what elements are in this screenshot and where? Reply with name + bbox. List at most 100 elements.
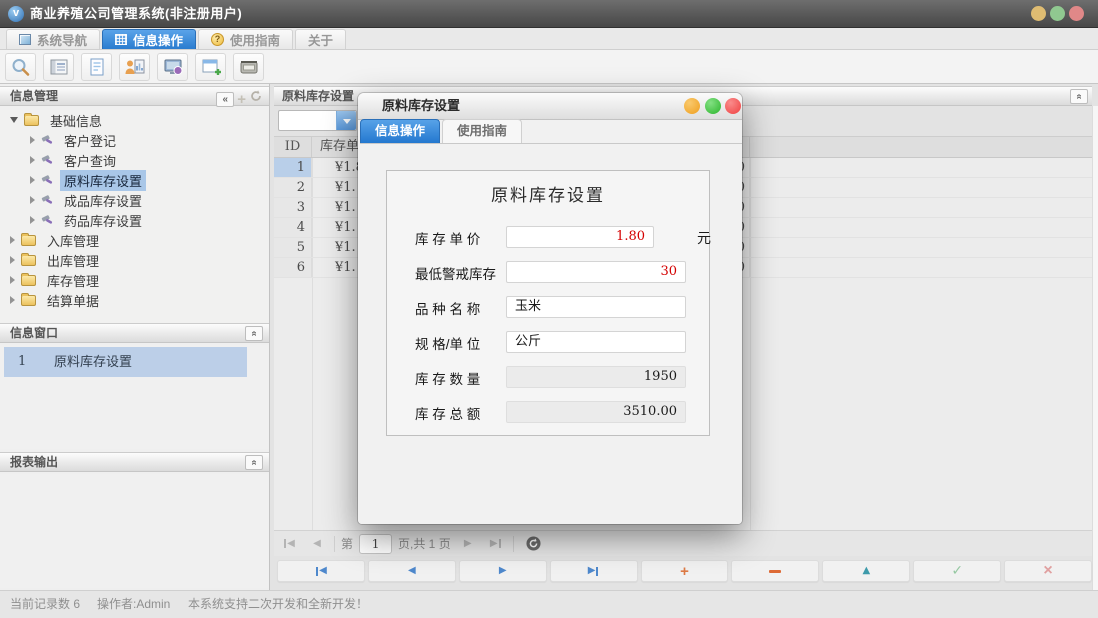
tree-item-label[interactable]: 基础信息: [46, 110, 106, 131]
tree-item-10[interactable]: 结算单据: [0, 290, 269, 310]
cell-id[interactable]: 1: [274, 158, 312, 177]
collapse-up-button[interactable]: «: [245, 326, 263, 341]
new-window-button[interactable]: [195, 53, 226, 81]
dialog-minimize-button[interactable]: [684, 98, 700, 114]
next-record-button[interactable]: ▶: [459, 560, 547, 582]
collapse-up-button[interactable]: «: [245, 455, 263, 470]
delete-record-button[interactable]: [731, 560, 819, 582]
application-window: 商业养殖公司管理系统(非注册用户) 系统导航信息操作使用指南关于 信息管理 « …: [0, 0, 1098, 618]
tree-item-8[interactable]: 出库管理: [0, 250, 269, 270]
cell-rest: [750, 238, 1092, 257]
expand-arrow-icon[interactable]: [10, 236, 15, 244]
form-row: 品 种 名 称 玉米: [387, 296, 709, 318]
cell-id[interactable]: 2: [274, 178, 312, 197]
cancel-record-button[interactable]: ×: [1004, 560, 1092, 582]
first-record-button[interactable]: ◀: [277, 560, 365, 582]
tab-system-nav[interactable]: 系统导航: [6, 29, 100, 49]
prev-page-button[interactable]: ◀: [306, 534, 328, 554]
add-node-icon[interactable]: +: [237, 92, 246, 107]
search-button[interactable]: [5, 53, 36, 81]
minimize-button[interactable]: [1031, 6, 1046, 21]
expand-arrow-icon[interactable]: [10, 256, 15, 264]
field-value: 1950: [644, 369, 677, 384]
next-page-button[interactable]: ▶: [457, 534, 479, 554]
tree-item-label[interactable]: 原料库存设置: [60, 170, 146, 191]
close-button[interactable]: [1069, 6, 1084, 21]
document-button[interactable]: [81, 53, 112, 81]
price-text: ¥1.: [335, 258, 356, 277]
refresh-tree-icon[interactable]: [249, 89, 263, 109]
post-record-button[interactable]: ✓: [913, 560, 1001, 582]
tree-item-4[interactable]: 原料库存设置: [0, 170, 269, 190]
form-title: 原料库存设置: [387, 181, 709, 206]
collapse-left-button[interactable]: «: [216, 92, 234, 107]
tree-item-1[interactable]: 基础信息: [0, 110, 269, 130]
add-record-button[interactable]: +: [641, 560, 729, 582]
tree-item-3[interactable]: 客户查询: [0, 150, 269, 170]
last-page-button[interactable]: ▶: [485, 534, 507, 554]
cell-id[interactable]: 6: [274, 258, 312, 277]
field-label: 品 种 名 称: [415, 298, 480, 318]
filter-combobox[interactable]: [278, 110, 357, 131]
collapse-up-button[interactable]: «: [1070, 89, 1088, 104]
first-page-button[interactable]: ◀: [278, 534, 300, 554]
dialog-close-button[interactable]: [725, 98, 741, 114]
dialog-maximize-button[interactable]: [705, 98, 721, 114]
expand-arrow-icon[interactable]: [30, 216, 35, 224]
tab-about[interactable]: 关于: [295, 29, 346, 49]
expand-arrow-icon[interactable]: [30, 176, 35, 184]
combobox-dropdown-icon[interactable]: [336, 111, 356, 130]
field-input[interactable]: 玉米: [506, 296, 686, 318]
collapse-arrow-icon[interactable]: [10, 117, 18, 123]
field-input[interactable]: 公斤: [506, 331, 686, 353]
dialog-tab-user-guide[interactable]: 使用指南: [442, 119, 522, 143]
tree-item-9[interactable]: 库存管理: [0, 270, 269, 290]
tree-item-5[interactable]: 成品库存设置: [0, 190, 269, 210]
field-input[interactable]: 30: [506, 261, 686, 283]
tree-item-6[interactable]: 药品库存设置: [0, 210, 269, 230]
edit-record-button[interactable]: ▲: [822, 560, 910, 582]
tree-item-label[interactable]: 客户查询: [60, 150, 120, 171]
tree-item-label[interactable]: 入库管理: [43, 230, 103, 251]
field-label: 规 格/单 位: [415, 333, 480, 353]
expand-arrow-icon[interactable]: [30, 156, 35, 164]
card-index-button[interactable]: [233, 53, 264, 81]
last-record-button[interactable]: ▶: [550, 560, 638, 582]
scrollbar[interactable]: [1092, 106, 1098, 590]
document-icon: [85, 57, 109, 77]
page-input[interactable]: [359, 534, 392, 554]
field-input[interactable]: 1.80: [506, 226, 654, 248]
tab-info-ops[interactable]: 信息操作: [102, 29, 196, 49]
dialog-tab-info-ops[interactable]: 信息操作: [360, 119, 440, 143]
prev-record-button[interactable]: ◀: [368, 560, 456, 582]
tree-item-7[interactable]: 入库管理: [0, 230, 269, 250]
operator-report-button[interactable]: [119, 53, 150, 81]
column-header-id[interactable]: ID: [274, 137, 312, 157]
expand-arrow-icon[interactable]: [10, 296, 15, 304]
maximize-button[interactable]: [1050, 6, 1065, 21]
tree-item-label[interactable]: 出库管理: [43, 250, 103, 271]
field-label: 库 存 数 量: [415, 368, 480, 388]
open-window-row[interactable]: 1原料库存设置: [4, 347, 247, 377]
tree-item-2[interactable]: 客户登记: [0, 130, 269, 150]
folder-icon: [21, 235, 36, 246]
expand-arrow-icon[interactable]: [30, 136, 35, 144]
tab-user-guide[interactable]: 使用指南: [198, 29, 293, 49]
monitor-button[interactable]: [157, 53, 188, 81]
cell-rest: [750, 158, 1092, 177]
cell-id[interactable]: 4: [274, 218, 312, 237]
tab-label: 信息操作: [133, 30, 183, 49]
new-window-icon: [199, 57, 223, 77]
refresh-button[interactable]: [526, 536, 541, 551]
operator-label: 操作者:Admin: [97, 591, 170, 618]
tree-item-label[interactable]: 药品库存设置: [60, 210, 146, 231]
expand-arrow-icon[interactable]: [10, 276, 15, 284]
tree-item-label[interactable]: 客户登记: [60, 130, 120, 151]
cell-id[interactable]: 3: [274, 198, 312, 217]
tree-item-label[interactable]: 成品库存设置: [60, 190, 146, 211]
tree-item-label[interactable]: 结算单据: [43, 290, 103, 311]
tree-item-label[interactable]: 库存管理: [43, 270, 103, 291]
expand-arrow-icon[interactable]: [30, 196, 35, 204]
data-form-button[interactable]: [43, 53, 74, 81]
cell-id[interactable]: 5: [274, 238, 312, 257]
